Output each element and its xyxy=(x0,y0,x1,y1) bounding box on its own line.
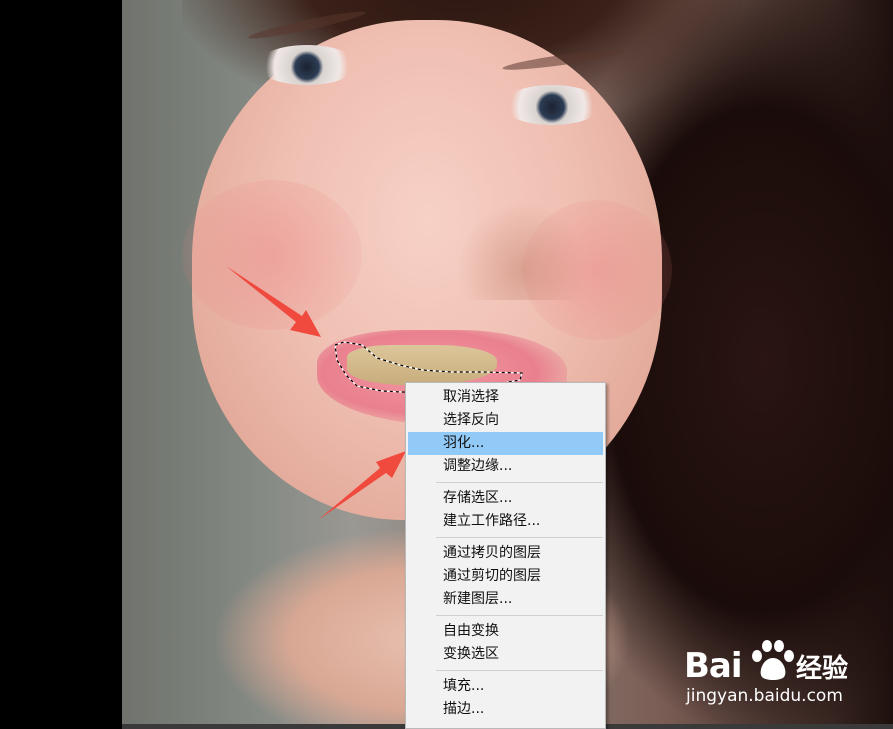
menu-separator xyxy=(436,537,603,538)
menu-item-free-transform[interactable]: 自由变换 xyxy=(408,620,603,643)
menu-item-deselect[interactable]: 取消选择 xyxy=(408,386,603,409)
menu-item-fill[interactable]: 填充... xyxy=(408,675,603,698)
watermark-brand: Bai xyxy=(684,646,743,686)
menu-separator xyxy=(436,670,603,671)
context-menu[interactable]: 取消选择 选择反向 羽化... 调整边缘... 存储选区... 建立工作路径..… xyxy=(405,382,606,729)
menu-item-transform-selection[interactable]: 变换选区 xyxy=(408,643,603,666)
baidu-paw-icon xyxy=(752,640,794,680)
menu-item-stroke[interactable]: 描边... xyxy=(408,698,603,721)
watermark-url: jingyan.baidu.com xyxy=(686,686,843,706)
menu-item-refine-edge[interactable]: 调整边缘... xyxy=(408,455,603,478)
menu-group-4: 自由变换 变换选区 xyxy=(406,620,605,666)
menu-group-5: 填充... 描边... xyxy=(406,675,605,721)
baidu-jingyan-watermark: Bai 经验 jingyan.baidu.com xyxy=(684,634,864,714)
menu-item-layer-via-copy[interactable]: 通过拷贝的图层 xyxy=(408,542,603,565)
menu-separator xyxy=(436,482,603,483)
watermark-brand-suffix: 经验 xyxy=(796,654,849,684)
canvas-left-margin xyxy=(0,0,122,729)
menu-item-layer-via-cut[interactable]: 通过剪切的图层 xyxy=(408,565,603,588)
menu-separator xyxy=(436,615,603,616)
menu-group-2: 存储选区... 建立工作路径... xyxy=(406,487,605,533)
menu-item-new-layer[interactable]: 新建图层... xyxy=(408,588,603,611)
menu-group-1: 取消选择 选择反向 羽化... 调整边缘... xyxy=(406,386,605,478)
menu-item-make-work-path[interactable]: 建立工作路径... xyxy=(408,510,603,533)
menu-group-3: 通过拷贝的图层 通过剪切的图层 新建图层... xyxy=(406,542,605,611)
menu-item-select-inverse[interactable]: 选择反向 xyxy=(408,409,603,432)
menu-item-save-selection[interactable]: 存储选区... xyxy=(408,487,603,510)
menu-item-feather[interactable]: 羽化... xyxy=(408,432,603,455)
